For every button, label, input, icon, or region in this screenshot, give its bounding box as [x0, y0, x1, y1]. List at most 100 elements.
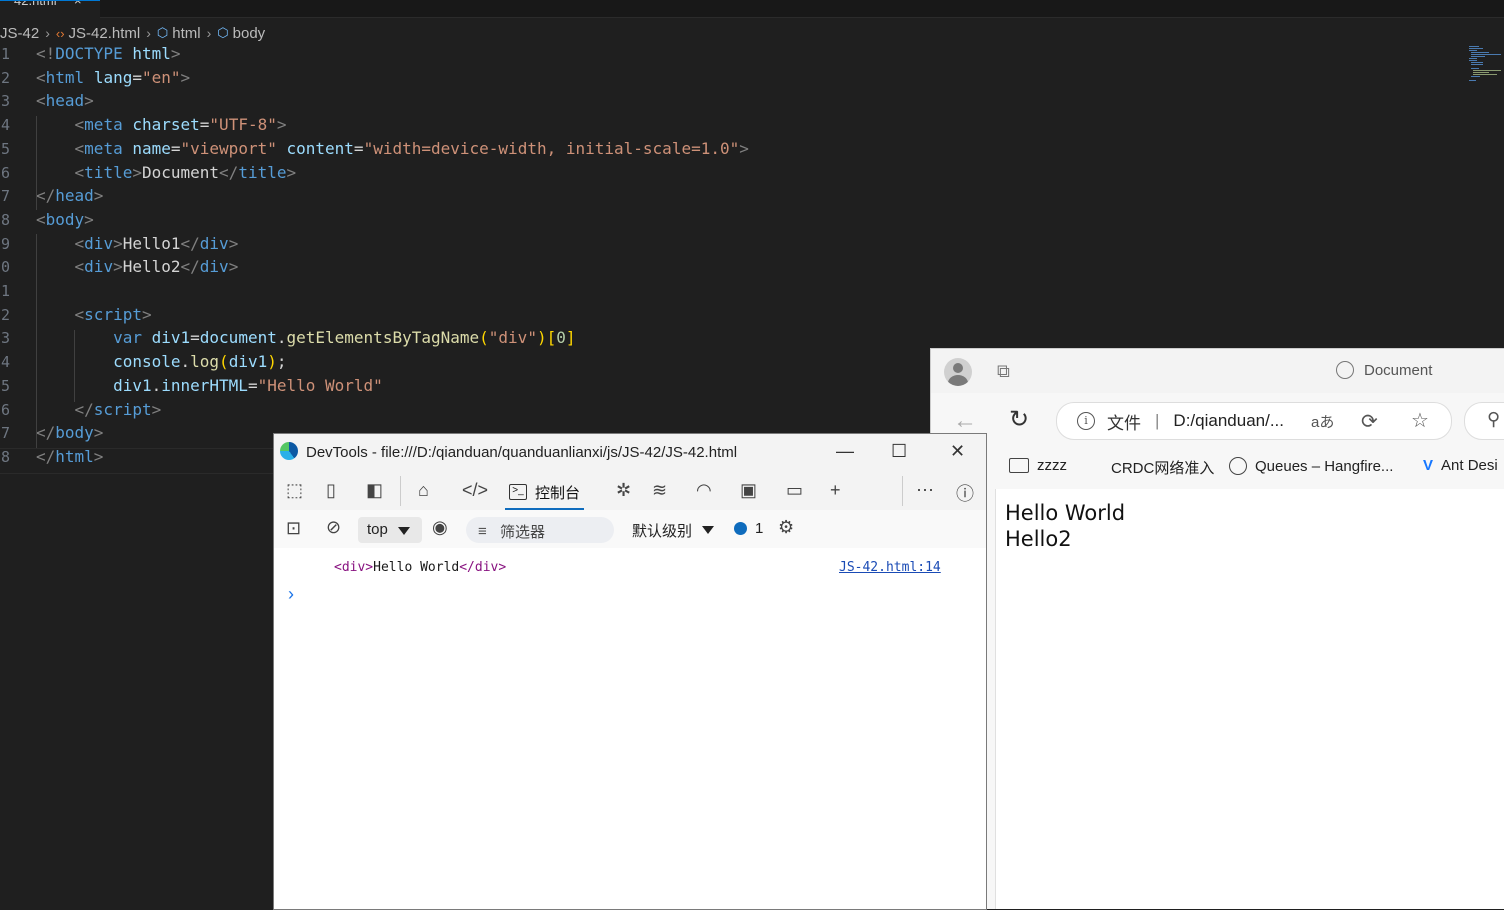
edge-refresh-icon[interactable]: ⟳ — [1361, 409, 1378, 434]
element-icon: ⬡ — [217, 25, 229, 40]
network-wifi-icon[interactable]: ≋ — [652, 480, 667, 501]
filter-icon: ≡ — [478, 523, 487, 540]
more-icon[interactable]: ⋯ — [916, 480, 934, 501]
favorite-label: zzzz — [1037, 457, 1067, 474]
editor-tab-bar: 42.html × — [0, 0, 1504, 18]
clear-console-icon[interactable]: ⊘ — [326, 517, 341, 538]
log-source-link[interactable]: JS-42.html:14 — [839, 560, 941, 575]
console-log-entry[interactable]: <div>Hello World</div> — [334, 560, 506, 575]
favorite-star-icon[interactable]: ☆ — [1411, 408, 1429, 433]
inspect-icon[interactable]: ⬚ — [286, 480, 303, 501]
line-number: 12 — [0, 305, 10, 324]
log-close-tag: </div> — [459, 560, 507, 575]
add-tool-icon[interactable]: + — [830, 480, 841, 501]
code-token: > — [84, 91, 94, 111]
gear-icon[interactable]: ⚙ — [778, 517, 794, 538]
breadcrumb-folder[interactable]: JS-42 — [0, 25, 39, 42]
code-token: = — [190, 328, 200, 348]
profile-avatar-icon[interactable] — [944, 358, 972, 386]
info-icon[interactable]: i — [1077, 412, 1095, 430]
back-arrow-icon[interactable]: ← — [953, 407, 977, 435]
message-count[interactable]: 1 — [734, 520, 763, 537]
code-line[interactable]: <head> — [36, 89, 94, 113]
line-number: 9 — [0, 234, 10, 253]
code-line[interactable]: <div>Hello2</div> — [36, 255, 239, 279]
home-icon[interactable]: ⌂ — [418, 480, 429, 501]
favorite-item[interactable]: Queues – Hangfire... — [1229, 457, 1393, 475]
read-aloud-icon[interactable]: aあ — [1311, 411, 1334, 432]
code-line[interactable]: <html lang="en"> — [36, 66, 190, 90]
dock-icon[interactable]: ◧ — [366, 480, 383, 501]
code-token: "width=device-width, initial-scale=1.0" — [363, 138, 740, 158]
code-token: DOCTYPE — [55, 44, 123, 63]
code-line[interactable]: <meta charset="UTF-8"> — [36, 113, 287, 137]
sidebar-toggle-icon[interactable]: ⊡ — [286, 518, 301, 539]
favorite-item[interactable]: zzzz — [1009, 457, 1067, 474]
minimize-icon[interactable]: — — [836, 441, 854, 462]
code-line[interactable]: <meta name="viewport" content="width=dev… — [36, 137, 749, 161]
code-token: = — [170, 138, 181, 158]
code-token: > — [113, 233, 123, 253]
application-icon[interactable]: ▭ — [786, 480, 803, 501]
code-line[interactable]: </head> — [36, 184, 103, 208]
performance-icon[interactable]: ◠ — [696, 480, 712, 501]
editor-tab-label: 42.html — [14, 0, 57, 8]
chevron-right-icon: › — [45, 25, 50, 41]
favorite-item[interactable]: V Ant Desi — [1423, 457, 1498, 474]
console-icon: >_ — [509, 484, 527, 500]
log-level-select[interactable]: 默认级别 — [632, 520, 714, 541]
help-icon[interactable]: ⓘ — [956, 480, 974, 506]
code-token: = — [247, 375, 258, 395]
code-line[interactable]: <script> — [36, 303, 152, 327]
console-output[interactable]: <div>Hello World</div> JS-42.html:14 › — [274, 548, 986, 909]
address-url[interactable]: D:/qianduan/... — [1173, 411, 1284, 431]
log-text: Hello World — [373, 560, 460, 575]
filter-placeholder: 筛选器 — [500, 524, 546, 541]
refresh-icon[interactable]: ↻ — [1009, 405, 1029, 434]
code-token: innerHTML — [161, 375, 248, 395]
ant-design-icon: V — [1423, 457, 1434, 474]
code-line[interactable]: div1.innerHTML="Hello World" — [36, 374, 383, 398]
filter-input[interactable]: ≡ 筛选器 — [466, 517, 614, 543]
code-line[interactable]: </script> — [36, 398, 162, 422]
breadcrumb-html[interactable]: html — [172, 25, 200, 42]
code-line[interactable]: <div>Hello1</div> — [36, 232, 239, 256]
code-token: div — [199, 233, 229, 253]
console-prompt-chevron-icon[interactable]: › — [288, 584, 294, 605]
code-line[interactable]: <body> — [36, 208, 94, 232]
debug-bug-icon[interactable]: ✲ — [616, 480, 631, 501]
elements-icon[interactable]: </> — [462, 480, 488, 501]
line-number: 15 — [0, 376, 10, 395]
code-token: "en" — [141, 67, 181, 87]
tab-console[interactable]: >_ 控制台 — [505, 476, 585, 510]
memory-chip-icon[interactable]: ▣ — [740, 480, 757, 501]
code-token: console — [113, 352, 181, 372]
context-select[interactable]: top — [358, 517, 422, 543]
editor-tab[interactable]: 42.html × — [0, 0, 100, 18]
tab-actions-icon[interactable]: ⧉ — [997, 361, 1010, 382]
code-line[interactable]: </body> — [36, 421, 103, 445]
breadcrumb-file[interactable]: JS-42.html — [69, 25, 141, 42]
code-line[interactable]: var div1=document.getElementsByTagName("… — [36, 326, 575, 350]
maximize-icon[interactable]: ☐ — [891, 441, 907, 462]
browser-tab[interactable]: Document — [1336, 361, 1432, 379]
favorite-item[interactable]: CRDC网络准入 — [1111, 457, 1214, 478]
code-line[interactable]: </html> — [36, 445, 103, 469]
code-token: </ — [74, 399, 94, 419]
code-token: < — [74, 138, 85, 158]
minimap[interactable] — [1466, 44, 1504, 84]
log-open-tag: <div> — [334, 560, 374, 575]
search-box[interactable]: ⚲ — [1464, 402, 1504, 440]
device-emulation-icon[interactable]: ▯ — [326, 480, 336, 501]
code-token: > — [113, 257, 123, 277]
close-icon[interactable]: ✕ — [950, 441, 965, 462]
search-icon: ⚲ — [1487, 409, 1501, 429]
code-line[interactable]: <title>Document</title> — [36, 161, 297, 185]
close-icon[interactable]: × — [74, 1, 82, 7]
address-bar[interactable]: i 文件 | D:/qianduan/... aあ ⟳ ☆ — [1056, 402, 1452, 440]
code-line[interactable]: <!DOCTYPE html> — [36, 42, 181, 66]
line-number: 8 — [0, 210, 10, 229]
live-expression-eye-icon[interactable]: ◉ — [432, 517, 448, 538]
breadcrumb-body[interactable]: body — [233, 25, 266, 42]
code-token: > — [739, 138, 749, 158]
